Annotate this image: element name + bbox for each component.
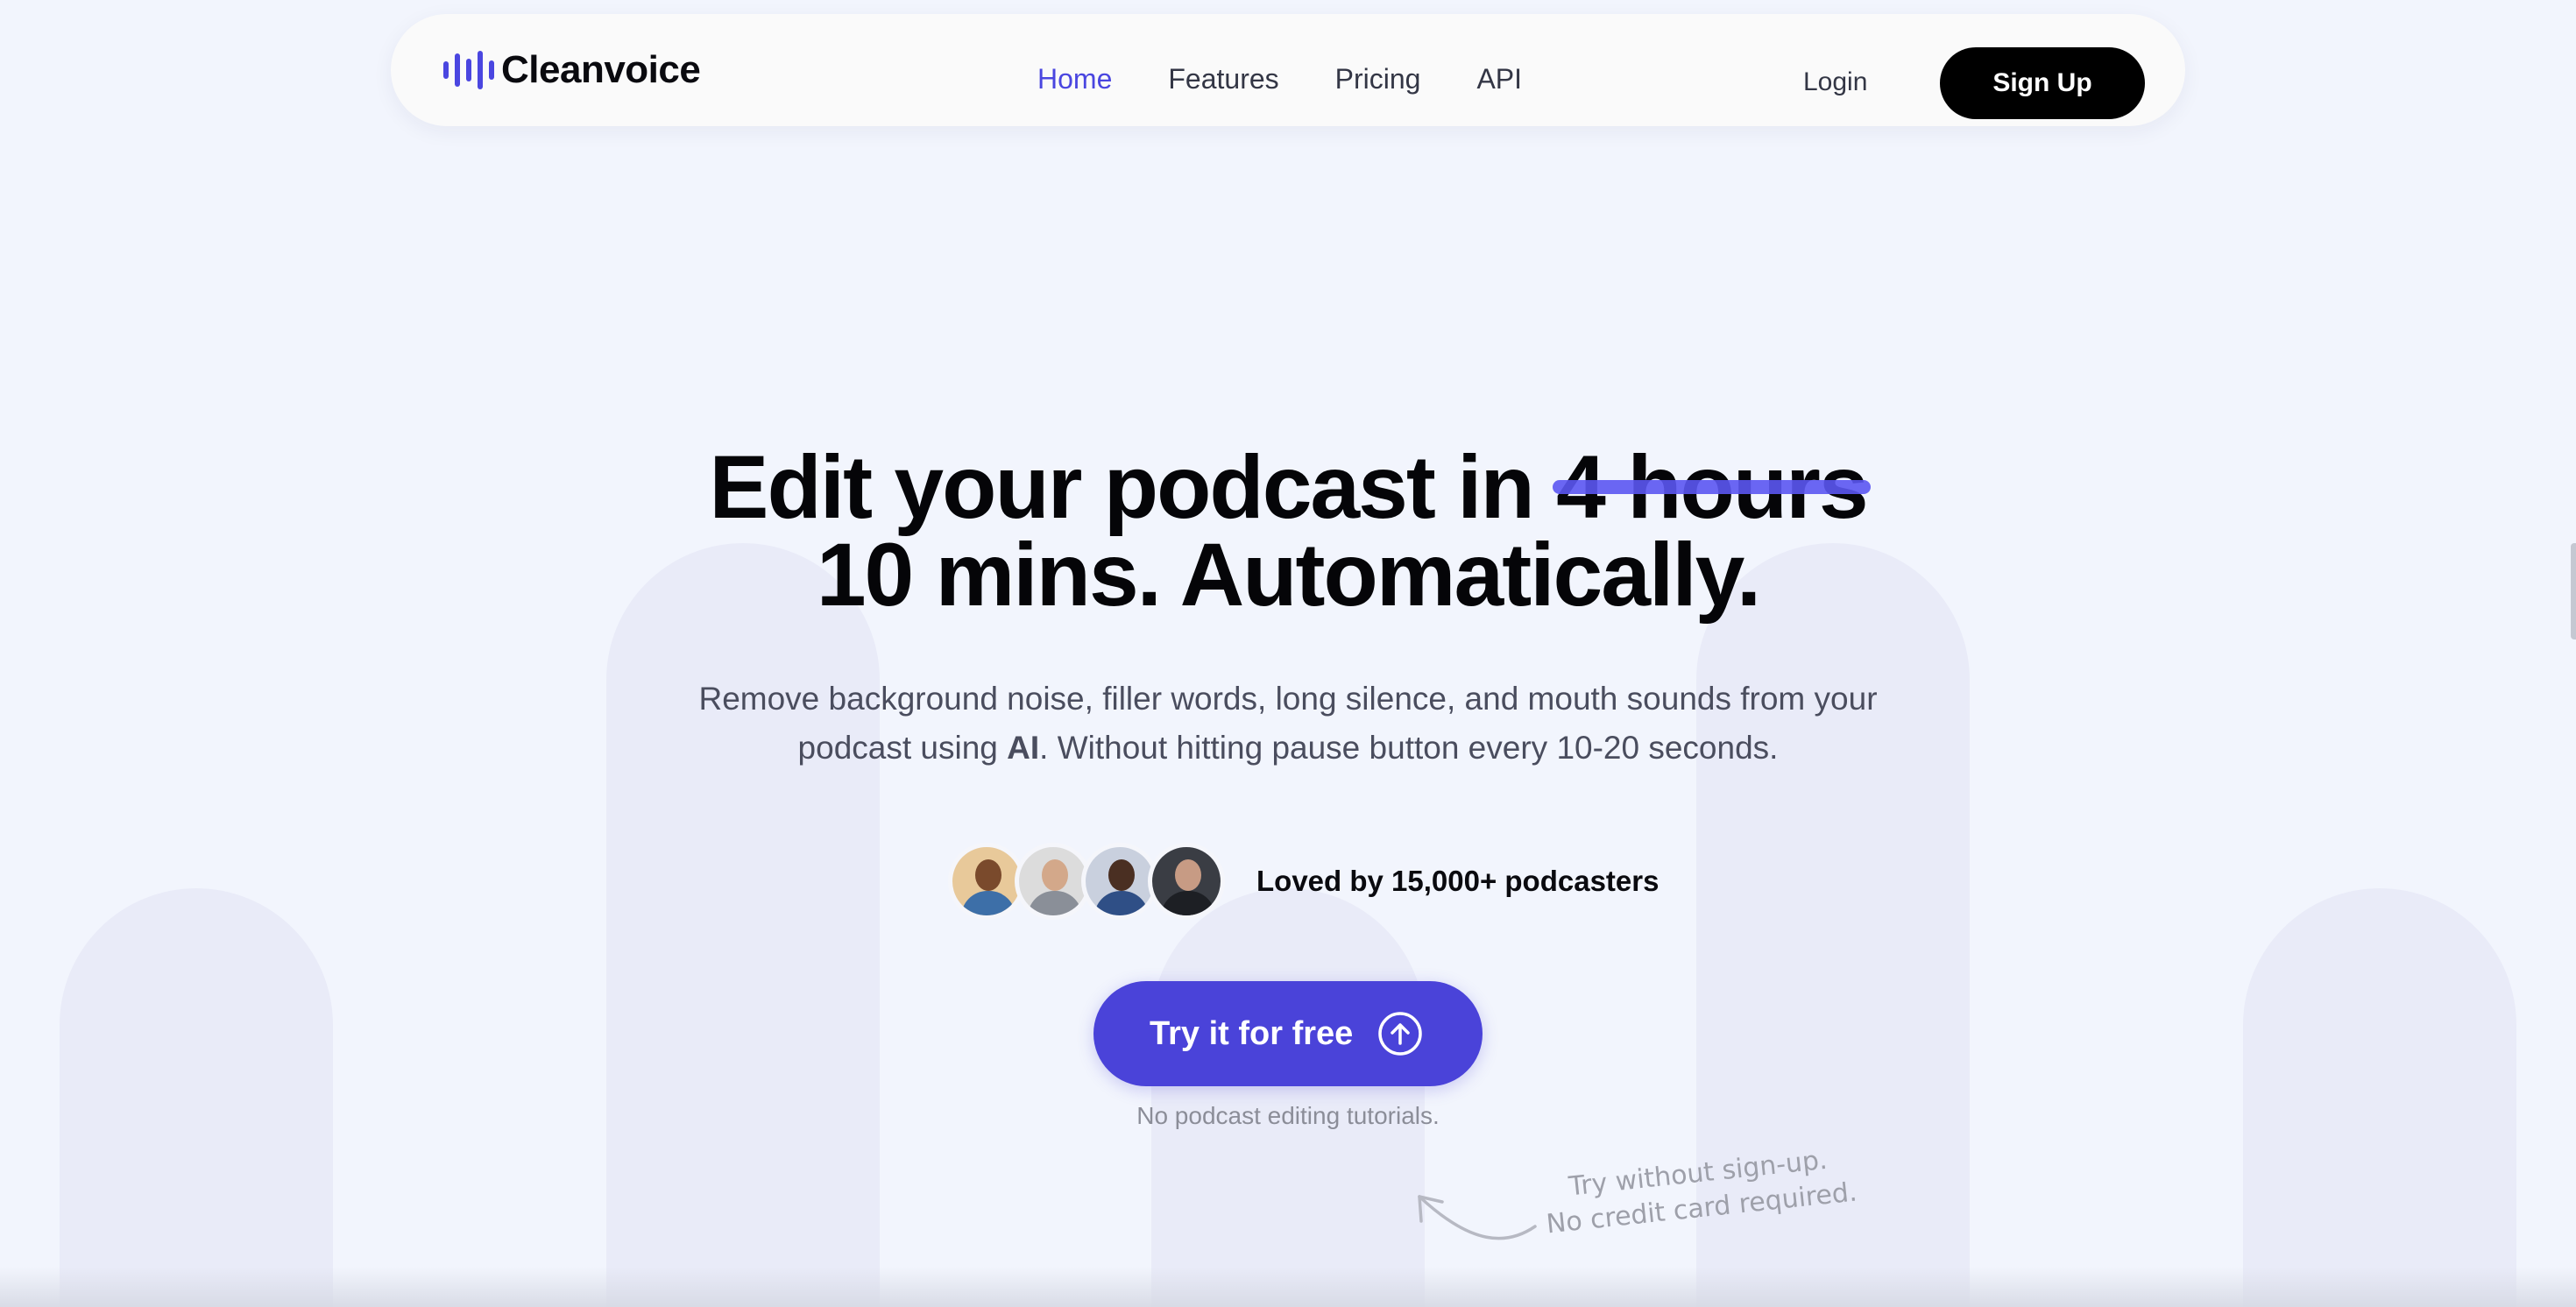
top-nav: Cleanvoice Home Features Pricing API Log… bbox=[391, 14, 2185, 126]
hero-title: Edit your podcast in 4 hours 10 mins. Au… bbox=[0, 437, 2576, 619]
avatar bbox=[948, 843, 1025, 920]
nav-features[interactable]: Features bbox=[1168, 65, 1278, 93]
subtitle-after: . Without hitting pause button every 10-… bbox=[1039, 730, 1779, 766]
login-link[interactable]: Login bbox=[1803, 69, 1867, 95]
hero-title-struck: 4 hours bbox=[1553, 437, 1871, 537]
avatar bbox=[1015, 843, 1092, 920]
nav-api[interactable]: API bbox=[1476, 65, 1522, 93]
bottom-shade bbox=[0, 1267, 2576, 1307]
social-proof-text: Loved by 15,000+ podcasters bbox=[1256, 865, 1660, 897]
social-proof: Loved by 15,000+ podcasters bbox=[948, 843, 1659, 920]
cta-label: Try it for free bbox=[1150, 1014, 1354, 1052]
nav-pricing[interactable]: Pricing bbox=[1335, 65, 1421, 93]
curved-arrow-icon bbox=[1418, 1195, 1537, 1240]
decorative-pill bbox=[606, 543, 880, 1307]
nav-links: Home Features Pricing API bbox=[1037, 65, 1522, 93]
arrow-up-circle-icon bbox=[1378, 1012, 1422, 1056]
page: Cleanvoice Home Features Pricing API Log… bbox=[0, 0, 2576, 1307]
signup-button[interactable]: Sign Up bbox=[1940, 47, 2145, 119]
avatar-group bbox=[948, 843, 1225, 920]
nav-home[interactable]: Home bbox=[1037, 65, 1112, 93]
subtitle-bold: AI bbox=[1007, 730, 1040, 766]
hero-title-line2: 10 mins. Automatically. bbox=[816, 525, 1761, 625]
logo-link[interactable]: Cleanvoice bbox=[443, 44, 701, 96]
avatar bbox=[1148, 843, 1225, 920]
decorative-pill bbox=[60, 888, 333, 1307]
avatar bbox=[1081, 843, 1158, 920]
logo-text: Cleanvoice bbox=[501, 48, 701, 91]
hero-title-prefix: Edit your podcast in bbox=[709, 437, 1534, 537]
hero-subtitle: Remove background noise, filler words, l… bbox=[675, 675, 1901, 773]
decorative-pill bbox=[2243, 888, 2516, 1307]
cta-note: No podcast editing tutorials. bbox=[1136, 1102, 1440, 1129]
decorative-pill bbox=[1151, 888, 1425, 1307]
waveform-logo-icon bbox=[443, 51, 494, 89]
try-free-button[interactable]: Try it for free bbox=[1093, 981, 1483, 1086]
